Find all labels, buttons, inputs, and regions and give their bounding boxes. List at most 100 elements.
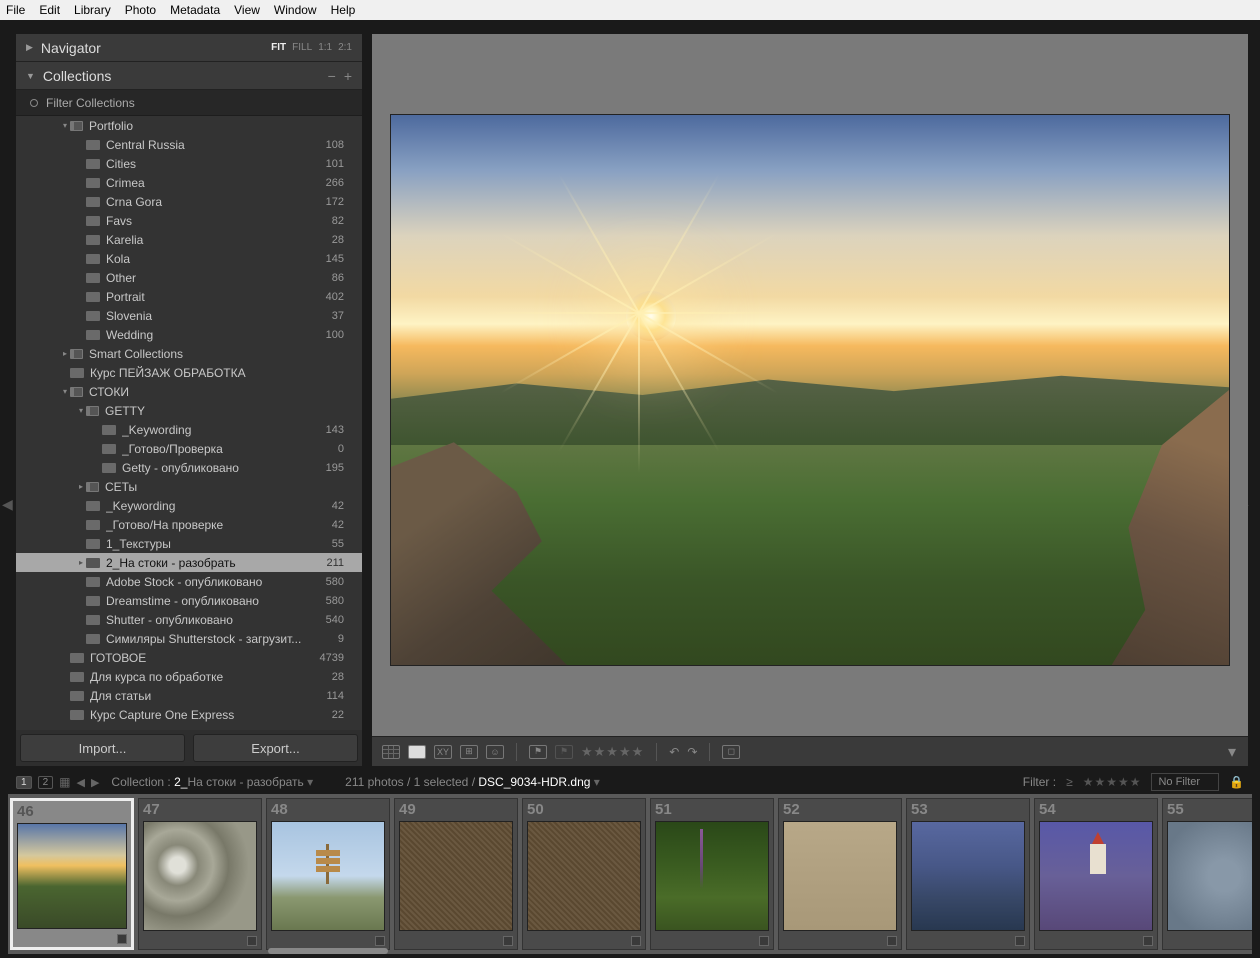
collection-item[interactable]: 1_Текстуры55 <box>16 534 362 553</box>
collection-item[interactable]: _Готово/На проверке42 <box>16 515 362 534</box>
thumbnail[interactable]: 48 <box>266 798 390 950</box>
menu-help[interactable]: Help <box>331 3 356 17</box>
thumbnail[interactable]: 50 <box>522 798 646 950</box>
flag-reject-icon[interactable]: ⚑ <box>555 745 573 759</box>
zoom-2:1[interactable]: 2:1 <box>338 42 352 53</box>
grid-small-icon[interactable]: ▦ <box>59 775 70 789</box>
thumb-badge-icon[interactable] <box>375 936 385 946</box>
redo-icon[interactable]: ↷ <box>687 745 697 759</box>
zoom-fill[interactable]: FILL <box>292 42 312 53</box>
filter-stars[interactable]: ★★★★★ <box>1083 775 1142 789</box>
minus-icon[interactable]: − <box>328 68 336 84</box>
import-button[interactable]: Import... <box>20 734 185 762</box>
undo-icon[interactable]: ↶ <box>669 745 679 759</box>
collection-item[interactable]: Kola145 <box>16 249 362 268</box>
thumbnail[interactable]: 51 <box>650 798 774 950</box>
thumb-badge-icon[interactable] <box>1015 936 1025 946</box>
thumbnail[interactable]: 53 <box>906 798 1030 950</box>
menubar[interactable]: File Edit Library Photo Metadata View Window He… <box>0 0 1260 20</box>
tree-arrow-icon[interactable]: ▸ <box>60 349 70 358</box>
preview-viewport[interactable] <box>372 34 1248 736</box>
zoom-fit[interactable]: FIT <box>271 42 286 53</box>
rating-stars[interactable]: ★★★★★ <box>581 744 644 760</box>
window-page-2[interactable]: 2 <box>38 776 54 789</box>
thumbnail[interactable]: 46 <box>10 798 134 950</box>
menu-photo[interactable]: Photo <box>125 3 156 17</box>
plus-icon[interactable]: + <box>344 68 352 84</box>
collection-item[interactable]: Для курса по обработке28 <box>16 667 362 686</box>
collection-item[interactable]: ▸Smart Collections <box>16 344 362 363</box>
filmstrip[interactable]: 46474849505152535455 <box>8 794 1252 954</box>
zoom-1:1[interactable]: 1:1 <box>318 42 332 53</box>
thumbnail[interactable]: 47 <box>138 798 262 950</box>
window-page-1[interactable]: 1 <box>16 776 32 789</box>
tree-arrow-icon[interactable]: ▾ <box>60 121 70 130</box>
flag-pick-icon[interactable]: ⚑ <box>529 745 547 759</box>
collection-item[interactable]: Shutter - опубликовано540 <box>16 610 362 629</box>
collection-item[interactable]: Crimea266 <box>16 173 362 192</box>
menu-file[interactable]: File <box>6 3 25 17</box>
collection-item[interactable]: Favs82 <box>16 211 362 230</box>
tree-arrow-icon[interactable]: ▾ <box>60 387 70 396</box>
menu-library[interactable]: Library <box>74 3 111 17</box>
tree-arrow-icon[interactable]: ▾ <box>76 406 86 415</box>
thumb-badge-icon[interactable] <box>503 936 513 946</box>
grid-view-icon[interactable] <box>382 745 400 759</box>
filter-preset-dropdown[interactable]: No Filter <box>1151 773 1219 791</box>
thumb-badge-icon[interactable] <box>759 936 769 946</box>
collection-item[interactable]: ▾Portfolio <box>16 116 362 135</box>
tree-arrow-icon[interactable]: ▸ <box>76 482 86 491</box>
nav-back-icon[interactable]: ◀ <box>76 776 84 789</box>
menu-edit[interactable]: Edit <box>39 3 60 17</box>
collection-item[interactable]: Central Russia108 <box>16 135 362 154</box>
collection-item[interactable]: _Keywording143 <box>16 420 362 439</box>
collection-item[interactable]: Для статьи114 <box>16 686 362 705</box>
thumb-badge-icon[interactable] <box>1143 936 1153 946</box>
thumb-badge-icon[interactable] <box>247 936 257 946</box>
collection-item[interactable]: Симиляры Shutterstock - загрузит...9 <box>16 629 362 648</box>
menu-window[interactable]: Window <box>274 3 317 17</box>
collection-item[interactable]: Getty - опубликовано195 <box>16 458 362 477</box>
crop-frame-icon[interactable]: ◻ <box>722 745 740 759</box>
filmstrip-scrollbar[interactable] <box>268 948 388 954</box>
people-view-icon[interactable]: ☺ <box>486 745 504 759</box>
collection-item[interactable]: ▾GETTY <box>16 401 362 420</box>
export-button[interactable]: Export... <box>193 734 358 762</box>
loupe-view-icon[interactable] <box>408 745 426 759</box>
filter-lock-icon[interactable]: 🔒 <box>1229 775 1244 789</box>
collection-item[interactable]: Wedding100 <box>16 325 362 344</box>
thumb-badge-icon[interactable] <box>117 934 127 944</box>
tree-arrow-icon[interactable]: ▸ <box>76 558 86 567</box>
compare-view-icon[interactable]: XY <box>434 745 452 759</box>
collections-header[interactable]: ▼ Collections − + <box>16 62 362 90</box>
collection-item[interactable]: Karelia28 <box>16 230 362 249</box>
thumbnail[interactable]: 54 <box>1034 798 1158 950</box>
collections-tree[interactable]: ▾PortfolioCentral Russia108Cities101Crim… <box>16 116 362 730</box>
thumb-badge-icon[interactable] <box>887 936 897 946</box>
collection-item[interactable]: Slovenia37 <box>16 306 362 325</box>
thumbnail[interactable]: 55 <box>1162 798 1252 950</box>
collection-item[interactable]: Dreamstime - опубликовано580 <box>16 591 362 610</box>
survey-view-icon[interactable]: ⊞ <box>460 745 478 759</box>
collection-item[interactable]: ▸СЕТы <box>16 477 362 496</box>
collection-item[interactable]: _Готово/Проверка0 <box>16 439 362 458</box>
collection-item[interactable]: Курс ПЕЙЗАЖ ОБРАБОТКА <box>16 363 362 382</box>
navigator-header[interactable]: ▶ Navigator FITFILL1:12:1 <box>16 34 362 62</box>
collection-item[interactable]: Crna Gora172 <box>16 192 362 211</box>
collection-item[interactable]: Курс Capture One Express22 <box>16 705 362 724</box>
menu-view[interactable]: View <box>234 3 260 17</box>
filter-collections-input[interactable]: Filter Collections <box>16 90 362 116</box>
thumbnail[interactable]: 52 <box>778 798 902 950</box>
nav-fwd-icon[interactable]: ▶ <box>91 776 99 789</box>
collection-item[interactable]: ГОТОВОЕ4739 <box>16 648 362 667</box>
collection-item[interactable]: ▾СТОКИ <box>16 382 362 401</box>
thumb-badge-icon[interactable] <box>631 936 641 946</box>
collection-item[interactable]: Portrait402 <box>16 287 362 306</box>
menu-metadata[interactable]: Metadata <box>170 3 220 17</box>
thumbnail[interactable]: 49 <box>394 798 518 950</box>
expand-left-icon[interactable]: ◀ <box>2 489 12 519</box>
toolbar-menu-icon[interactable]: ▾ <box>1228 742 1236 762</box>
collection-item[interactable]: Other86 <box>16 268 362 287</box>
collection-item[interactable]: Adobe Stock - опубликовано580 <box>16 572 362 591</box>
collection-item[interactable]: _Keywording42 <box>16 496 362 515</box>
